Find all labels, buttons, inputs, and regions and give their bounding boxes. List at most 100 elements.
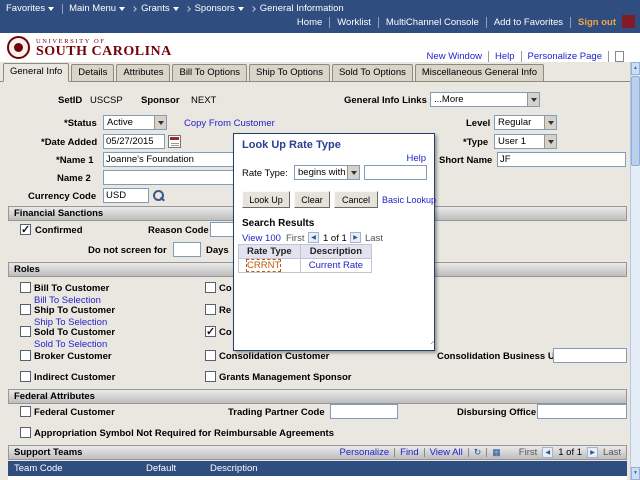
scrollbar-thumb[interactable] — [631, 76, 640, 166]
date-added-field[interactable]: 05/27/2015 — [103, 134, 165, 149]
chevron-down-icon — [544, 116, 556, 129]
federal-customer-checkbox[interactable] — [20, 406, 31, 417]
consolidation-business-unit-field[interactable] — [553, 348, 627, 363]
role-checkbox[interactable] — [205, 304, 216, 315]
confirmed-checkbox[interactable] — [20, 223, 31, 236]
chevron-right-icon — [184, 5, 191, 12]
tab-attributes[interactable]: Attributes — [116, 64, 171, 82]
worklist-link[interactable]: Worklist — [337, 17, 379, 28]
lookup-magnifier-icon[interactable] — [152, 189, 165, 202]
pager-last-label[interactable]: Last — [365, 233, 383, 244]
calendar-icon[interactable] — [168, 135, 181, 148]
caret-down-icon — [119, 7, 126, 11]
type-select[interactable]: User 1 — [494, 134, 557, 149]
trading-partner-code-label: Trading Partner Code — [228, 407, 325, 418]
add-to-favorites-link[interactable]: Add to Favorites — [494, 17, 571, 28]
tab-strip: General Info Details Attributes Bill To … — [0, 62, 631, 82]
breadcrumb-favorites[interactable]: Favorites — [6, 3, 45, 14]
scroll-down-icon[interactable]: ▼ — [631, 467, 640, 480]
tab-general-info[interactable]: General Info — [3, 63, 70, 82]
tab-bill-to-options[interactable]: Bill To Options — [172, 64, 248, 82]
new-window-link[interactable]: New Window — [427, 51, 489, 62]
consolidation-customer-label: Consolidation Customer — [219, 351, 330, 362]
view-all-link[interactable]: View All — [430, 447, 463, 458]
usc-logo: UNIVERSITY OF SOUTH CAROLINA — [7, 36, 172, 59]
grants-management-sponsor-checkbox[interactable] — [205, 371, 216, 382]
sold-to-customer-checkbox[interactable] — [20, 326, 31, 337]
toolbar-divider — [486, 448, 488, 457]
copy-from-customer-link[interactable]: Copy From Customer — [184, 118, 275, 129]
consolidation-customer-checkbox[interactable] — [205, 350, 216, 361]
scroll-up-icon[interactable]: ▲ — [631, 62, 640, 75]
currency-code-field[interactable]: USD — [103, 188, 149, 203]
setid-value: USCSP — [90, 95, 123, 106]
pager-first-label[interactable]: First — [286, 233, 304, 244]
federal-customer-label: Federal Customer — [34, 407, 115, 418]
breadcrumb-general-information: General Information — [259, 3, 344, 14]
download-grid-icon[interactable]: ▦ — [492, 447, 501, 458]
tab-ship-to-options[interactable]: Ship To Options — [249, 64, 330, 82]
help-link[interactable]: Help — [406, 153, 426, 164]
basic-lookup-link[interactable]: Basic Lookup — [382, 195, 436, 205]
general-info-links-value: ...More — [434, 94, 464, 105]
home-link[interactable]: Home — [297, 17, 331, 28]
cancel-button[interactable]: Cancel — [334, 191, 378, 208]
status-select[interactable]: Active — [103, 115, 167, 130]
ship-to-customer-checkbox[interactable] — [20, 304, 31, 315]
pager-prev-icon[interactable]: ◀ — [542, 447, 554, 458]
broker-customer-checkbox[interactable] — [20, 350, 31, 361]
level-value: Regular — [498, 117, 532, 128]
general-info-links-select[interactable]: ...More — [430, 92, 540, 107]
personalize-link[interactable]: Personalize — [340, 447, 390, 458]
role-checkbox[interactable] — [205, 282, 216, 293]
disbursing-office-field[interactable] — [537, 404, 627, 419]
look-up-button[interactable]: Look Up — [242, 191, 290, 208]
toolbar-divider — [423, 448, 425, 457]
breadcrumb-grants[interactable]: Grants — [141, 3, 170, 14]
operator-select[interactable]: begins with — [294, 165, 360, 180]
sponsor-label: Sponsor — [141, 95, 180, 106]
type-value: User 1 — [498, 136, 526, 147]
rate-type-result-link[interactable]: CRRNT — [245, 259, 282, 272]
indirect-customer-checkbox[interactable] — [20, 371, 31, 382]
breadcrumb-sponsors[interactable]: Sponsors — [195, 3, 235, 14]
name1-label: *Name 1 — [56, 155, 94, 166]
lookup-rate-type-dialog: Look Up Rate Type Help Rate Type: begins… — [233, 133, 436, 351]
chevron-down-icon — [544, 135, 556, 148]
copy-url-page-icon[interactable] — [615, 51, 624, 62]
bill-to-customer-label: Bill To Customer — [34, 283, 110, 294]
sold-to-selection-link[interactable]: Sold To Selection — [34, 339, 107, 350]
date-added-label: *Date Added — [41, 137, 98, 148]
garnet-block-icon — [622, 15, 635, 28]
pager-last-label[interactable]: Last — [603, 447, 621, 458]
do-not-screen-field[interactable] — [173, 242, 201, 257]
help-link[interactable]: Help — [495, 51, 522, 62]
role-checkbox[interactable] — [205, 325, 216, 338]
vertical-scrollbar[interactable]: ▲ ▼ — [630, 62, 640, 480]
pager-next-icon[interactable]: ▶ — [587, 447, 599, 458]
multichannel-console-link[interactable]: MultiChannel Console — [386, 17, 487, 28]
sign-out-link[interactable]: Sign out — [578, 17, 616, 28]
short-name-field[interactable]: JF — [497, 152, 626, 167]
breadcrumb-main-menu[interactable]: Main Menu — [69, 3, 116, 14]
pager-first-label[interactable]: First — [519, 447, 537, 458]
find-link[interactable]: Find — [400, 447, 418, 458]
tab-sold-to-options[interactable]: Sold To Options — [331, 64, 413, 82]
description-result-link[interactable]: Current Rate — [309, 260, 363, 271]
clear-button[interactable]: Clear — [294, 191, 330, 208]
tab-details[interactable]: Details — [71, 64, 115, 82]
lookup-results-table: Rate Type Description CRRNT Current Rate — [238, 244, 373, 273]
pager-prev-icon[interactable]: ◀ — [308, 232, 319, 243]
appropriation-symbol-checkbox[interactable] — [20, 427, 31, 438]
personalize-page-link[interactable]: Personalize Page — [528, 51, 609, 62]
view-100-link[interactable]: View 100 — [242, 233, 281, 244]
tab-misc-general-info[interactable]: Miscellaneous General Info — [414, 64, 544, 82]
rate-type-search-input[interactable] — [364, 165, 427, 180]
bill-to-customer-checkbox[interactable] — [20, 282, 31, 293]
pager-next-icon[interactable]: ▶ — [350, 232, 361, 243]
trading-partner-code-field[interactable] — [330, 404, 398, 419]
caret-down-icon — [48, 7, 55, 11]
level-select[interactable]: Regular — [494, 115, 557, 130]
resize-grip-icon[interactable]: ... — [426, 336, 436, 346]
refresh-icon[interactable]: ↻ — [474, 447, 482, 458]
